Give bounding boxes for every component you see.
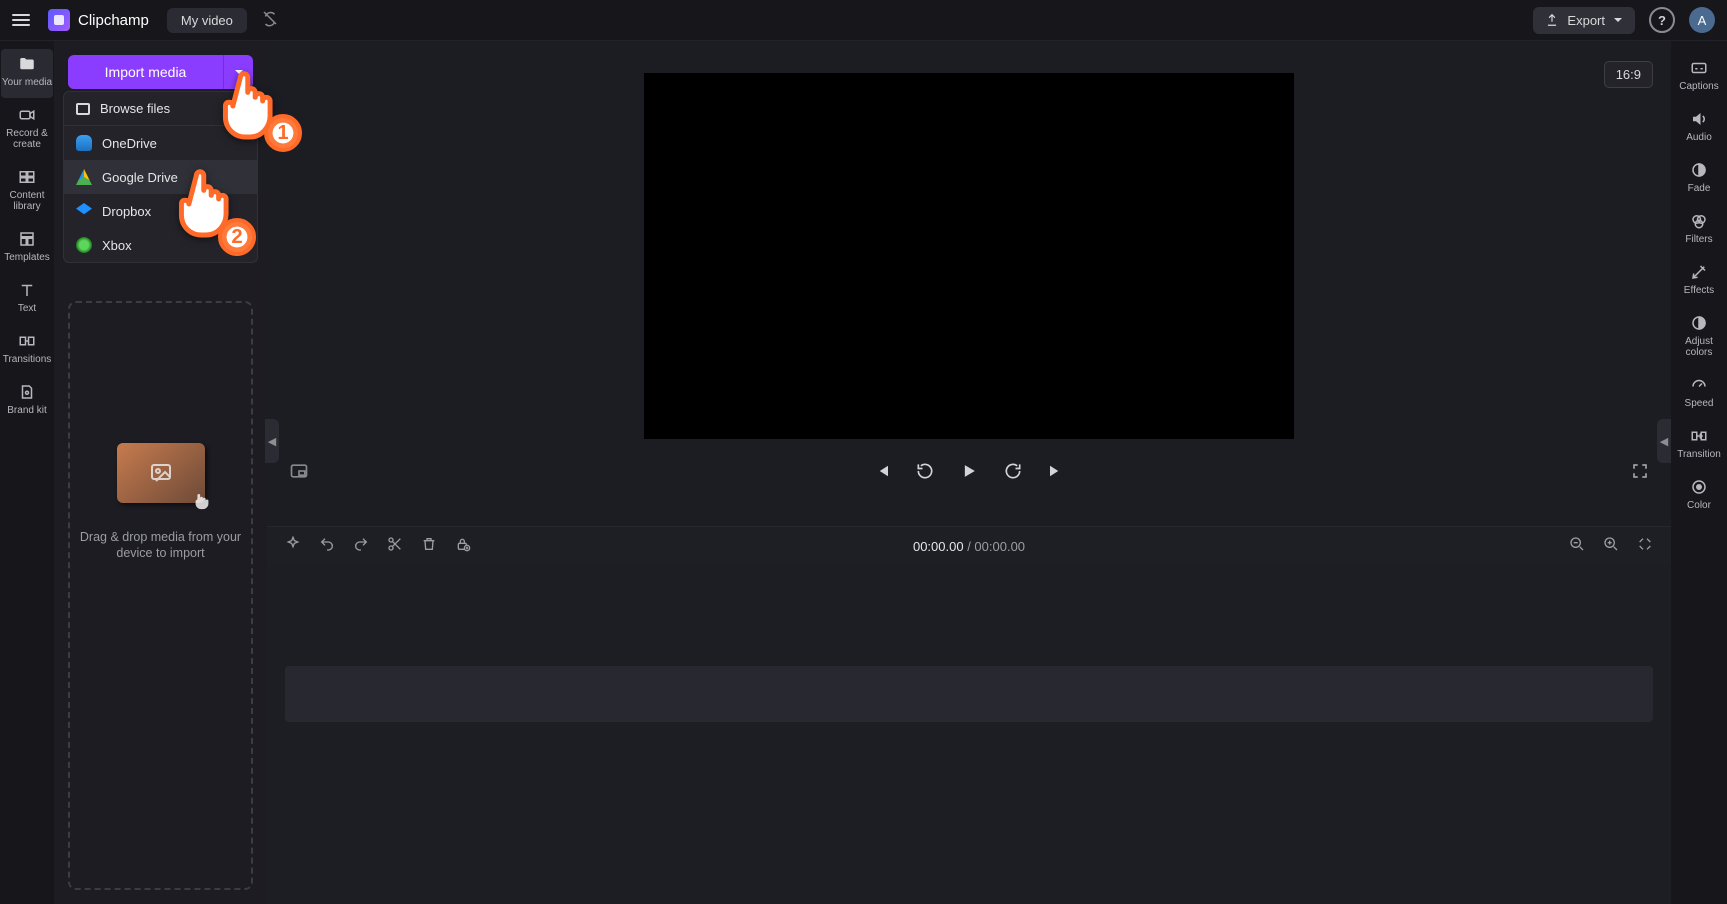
- hand-grab-icon: [191, 489, 213, 511]
- app-logo-icon: [48, 9, 70, 31]
- chevron-down-icon: [1613, 15, 1623, 25]
- timeline[interactable]: [267, 566, 1671, 904]
- split-button[interactable]: [387, 536, 403, 557]
- import-media-chevron[interactable]: [223, 55, 253, 89]
- right-effects[interactable]: Effects: [1672, 257, 1726, 306]
- redo-button[interactable]: [353, 536, 369, 557]
- help-icon[interactable]: ?: [1649, 7, 1675, 33]
- right-speed[interactable]: Speed: [1672, 370, 1726, 419]
- export-button[interactable]: Export: [1533, 7, 1635, 34]
- transition-icon: [1689, 427, 1709, 445]
- play-button[interactable]: [959, 461, 979, 486]
- forward-button[interactable]: [1003, 461, 1023, 486]
- timeline-toolbar: 00:00.00 / 00:00.00: [267, 526, 1671, 566]
- dropdown-browse-files[interactable]: Browse files: [64, 92, 257, 126]
- dropdown-onedrive[interactable]: OneDrive: [64, 126, 257, 160]
- timecode-display: 00:00.00 / 00:00.00: [913, 539, 1025, 554]
- nav-transitions[interactable]: Transitions: [1, 326, 53, 375]
- color-icon: [1689, 478, 1709, 496]
- collapse-right-panel[interactable]: ◀: [1657, 419, 1671, 463]
- nav-brand-kit[interactable]: Brand kit: [1, 377, 53, 426]
- browse-files-icon: [76, 103, 90, 115]
- fade-icon: [1689, 161, 1709, 179]
- media-drop-zone[interactable]: Drag & drop media from your device to im…: [68, 301, 253, 890]
- header-bar: Clipchamp My video Export ? A: [0, 0, 1727, 41]
- zoom-in-button[interactable]: [1603, 536, 1619, 557]
- right-audio[interactable]: Audio: [1672, 104, 1726, 153]
- drop-zone-text: Drag & drop media from your device to im…: [70, 529, 251, 561]
- skip-back-button[interactable]: [873, 462, 891, 485]
- right-filters[interactable]: Filters: [1672, 206, 1726, 255]
- right-transition[interactable]: Transition: [1672, 421, 1726, 470]
- nav-templates[interactable]: Templates: [1, 224, 53, 273]
- transport-bar: [267, 461, 1671, 486]
- upload-icon: [1545, 13, 1559, 27]
- import-dropdown: Browse files OneDrive Google Drive Dropb…: [63, 91, 258, 263]
- preview-canvas: [644, 73, 1294, 439]
- chevron-down-icon: [234, 67, 244, 77]
- import-media-button[interactable]: Import media: [68, 55, 223, 89]
- effects-icon: [1689, 263, 1709, 281]
- templates-icon: [17, 230, 37, 248]
- hamburger-menu[interactable]: [12, 10, 30, 30]
- preview-area: 16:9: [267, 41, 1671, 526]
- text-icon: [17, 281, 37, 299]
- xbox-icon: [76, 237, 92, 253]
- google-drive-icon: [76, 169, 92, 185]
- dropbox-icon: [76, 203, 92, 219]
- brand-icon: [17, 383, 37, 401]
- media-panel: Import media Browse files OneDrive Googl…: [54, 41, 267, 904]
- dropdown-dropbox[interactable]: Dropbox: [64, 194, 257, 228]
- lock-add-button[interactable]: [455, 536, 471, 557]
- project-name-chip[interactable]: My video: [167, 8, 247, 33]
- contrast-icon: [1689, 314, 1709, 332]
- right-adjust-colors[interactable]: Adjust colors: [1672, 308, 1726, 368]
- timeline-lane[interactable]: [285, 666, 1653, 722]
- zoom-fit-button[interactable]: [1637, 536, 1653, 557]
- speed-icon: [1689, 376, 1709, 394]
- onedrive-icon: [76, 135, 92, 151]
- aspect-ratio-chip[interactable]: 16:9: [1604, 61, 1653, 88]
- collapse-media-panel[interactable]: ◀: [265, 419, 279, 463]
- nav-record-create[interactable]: Record & create: [1, 100, 53, 160]
- transitions-icon: [17, 332, 37, 350]
- dropdown-xbox[interactable]: Xbox: [64, 228, 257, 262]
- sync-status-icon: [261, 9, 279, 32]
- left-nav: Your media Record & create Content libra…: [0, 41, 54, 904]
- nav-content-library[interactable]: Content library: [1, 162, 53, 222]
- nav-your-media[interactable]: Your media: [1, 49, 53, 98]
- right-panel: Captions Audio Fade Filters Effects Adju…: [1671, 41, 1727, 904]
- filters-icon: [1689, 212, 1709, 230]
- magic-fix-button[interactable]: [285, 536, 301, 557]
- gallery-icon: [17, 168, 37, 186]
- audio-icon: [1689, 110, 1709, 128]
- drop-zone-thumb: [117, 443, 205, 503]
- dropdown-google-drive[interactable]: Google Drive: [64, 160, 257, 194]
- camera-icon: [17, 106, 37, 124]
- right-color[interactable]: Color: [1672, 472, 1726, 521]
- avatar[interactable]: A: [1689, 7, 1715, 33]
- image-icon: [149, 461, 173, 485]
- delete-button[interactable]: [421, 536, 437, 557]
- zoom-out-button[interactable]: [1569, 536, 1585, 557]
- app-name: Clipchamp: [78, 12, 149, 29]
- skip-forward-button[interactable]: [1047, 462, 1065, 485]
- rewind-button[interactable]: [915, 461, 935, 486]
- center-area: 16:9: [267, 41, 1671, 904]
- nav-text[interactable]: Text: [1, 275, 53, 324]
- captions-icon: [1689, 59, 1709, 77]
- picture-in-picture-icon[interactable]: [289, 461, 309, 486]
- right-captions[interactable]: Captions: [1672, 53, 1726, 102]
- folder-icon: [17, 55, 37, 73]
- right-fade[interactable]: Fade: [1672, 155, 1726, 204]
- undo-button[interactable]: [319, 536, 335, 557]
- fullscreen-button[interactable]: [1631, 462, 1649, 485]
